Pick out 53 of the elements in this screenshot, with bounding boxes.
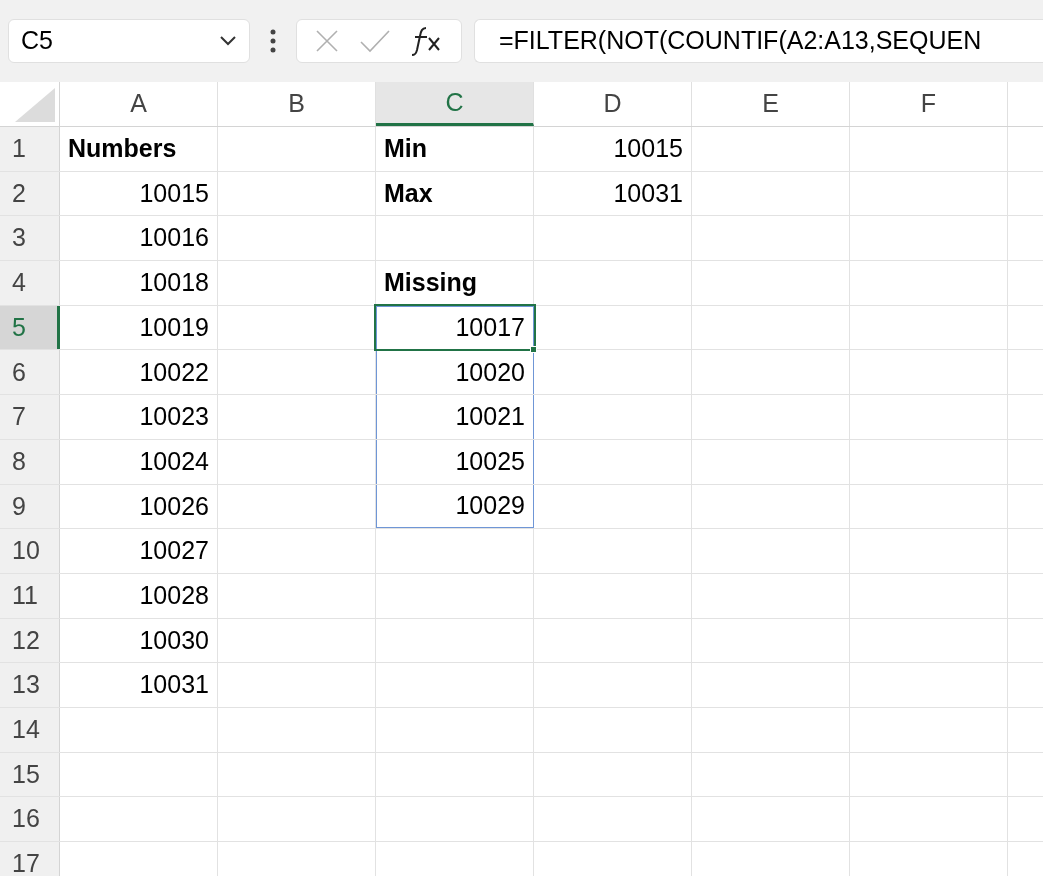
row-header[interactable]: 3	[0, 216, 60, 261]
cell[interactable]: 10018	[60, 261, 218, 305]
cell[interactable]: 10024	[60, 439, 218, 484]
row-header[interactable]: 15	[0, 752, 60, 797]
row-header[interactable]: 1	[0, 127, 60, 171]
cell[interactable]: 10031	[534, 171, 692, 216]
row-header[interactable]: 9	[0, 484, 60, 529]
row-header[interactable]: 2	[0, 171, 60, 216]
row-header[interactable]: 16	[0, 797, 60, 841]
cell[interactable]: 10016	[60, 216, 218, 261]
cell[interactable]: 10015	[60, 171, 218, 216]
formula-field[interactable]: =FILTER(NOT(COUNTIF(A2:A13,SEQUEN	[474, 19, 1043, 63]
column-header[interactable]: D	[534, 82, 692, 126]
row-header[interactable]: 13	[0, 663, 60, 707]
cell[interactable]: 10030	[60, 618, 218, 663]
cell[interactable]: Missing	[376, 261, 534, 305]
cell[interactable]: 10027	[60, 529, 218, 573]
row-header[interactable]: 17	[0, 842, 60, 876]
cell[interactable]: Min	[376, 127, 534, 171]
row-header[interactable]: 5	[0, 305, 60, 350]
row-header[interactable]: 6	[0, 350, 60, 395]
row-header[interactable]: 7	[0, 395, 60, 439]
cell[interactable]: 10019	[60, 305, 218, 350]
more-options-icon[interactable]	[270, 28, 276, 54]
cell[interactable]: 10017	[376, 305, 534, 350]
cell[interactable]: 10023	[60, 395, 218, 439]
cell[interactable]: Numbers	[60, 127, 218, 171]
cell[interactable]: 10020	[376, 350, 534, 395]
formula-text: =FILTER(NOT(COUNTIF(A2:A13,SEQUEN	[499, 25, 982, 57]
row-header[interactable]: 11	[0, 573, 60, 618]
row-header[interactable]: 12	[0, 618, 60, 663]
cell[interactable]: Max	[376, 171, 534, 216]
row-header[interactable]: 4	[0, 261, 60, 305]
cell[interactable]: 10031	[60, 663, 218, 707]
cell[interactable]: 10015	[534, 127, 692, 171]
fill-handle[interactable]	[530, 346, 537, 354]
row-header[interactable]: 8	[0, 439, 60, 484]
cell-reference: C5	[21, 25, 53, 57]
cell[interactable]: 10025	[376, 439, 534, 484]
chevron-down-icon	[219, 35, 237, 47]
row-header[interactable]: 14	[0, 707, 60, 752]
cell[interactable]: 10021	[376, 395, 534, 439]
cell[interactable]: 10028	[60, 573, 218, 618]
cell[interactable]: 10029	[376, 484, 534, 529]
cell[interactable]: 10022	[60, 350, 218, 395]
column-header[interactable]: E	[692, 82, 850, 126]
column-header[interactable]: A	[60, 82, 218, 126]
name-box[interactable]: C5	[8, 19, 250, 63]
cell[interactable]: 10026	[60, 484, 218, 529]
column-header[interactable]: F	[850, 82, 1008, 126]
column-header[interactable]: C	[376, 82, 534, 126]
check-icon[interactable]	[359, 28, 391, 54]
row-header[interactable]: 10	[0, 529, 60, 573]
